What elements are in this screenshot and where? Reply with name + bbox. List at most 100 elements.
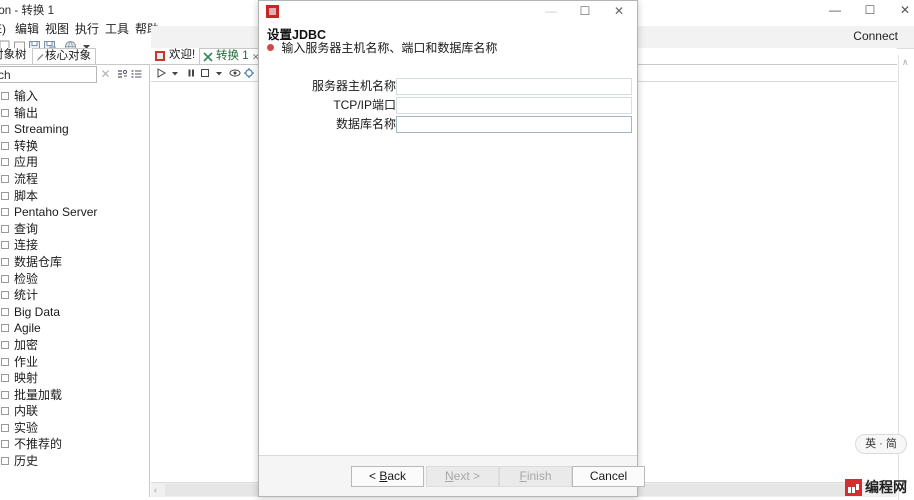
tree-item-label: 应用 — [14, 155, 39, 170]
tab-object-tree[interactable]: 对象树 — [0, 48, 27, 63]
tree-item[interactable]: Pentaho Server — [0, 204, 150, 221]
folder-node-icon — [1, 440, 9, 449]
ime-indicator[interactable]: 英 · 简 — [855, 434, 907, 454]
folder-node-icon — [1, 291, 9, 300]
tab-core-objects[interactable]: 核心对象 — [32, 48, 96, 64]
scroll-left-arrow-icon[interactable]: ‹ — [154, 485, 157, 495]
tree-item[interactable]: Streaming — [0, 121, 150, 138]
form-row-database: 数据库名称 — [259, 116, 637, 133]
tree-item-label: 转换 — [14, 138, 39, 153]
app-maximize-button[interactable]: ☐ — [855, 0, 885, 20]
tree-item-label: 脚本 — [14, 188, 39, 203]
folder-node-icon — [1, 457, 9, 466]
tree-item[interactable]: Agile — [0, 320, 150, 337]
collapse-all-icon[interactable] — [117, 69, 128, 80]
tab-core-objects-label: 核心对象 — [45, 50, 91, 62]
tree-item[interactable]: 应用 — [0, 154, 150, 171]
clear-search-icon[interactable]: ✕ — [99, 68, 112, 81]
jdbc-setup-dialog: — ☐ ✕ 设置JDBC 输入服务器主机名称、端口和数据库名称 服务器主机名称 … — [258, 0, 645, 497]
dialog-close-button[interactable]: ✕ — [603, 1, 635, 22]
run-options-chevron-icon[interactable] — [169, 67, 181, 79]
tree-item[interactable]: 作业 — [0, 354, 150, 371]
dialog-body: 服务器主机名称 TCP/IP端口 数据库名称 — [259, 56, 637, 456]
folder-node-icon — [1, 257, 9, 266]
core-objects-tree[interactable]: 输入 输出 Streaming 转换应用 流程 脚本 Pentaho Server 查询 连接数… — [0, 88, 150, 488]
menu-item-file[interactable]: E) — [0, 20, 6, 38]
input-database-name[interactable] — [396, 116, 632, 133]
tab-welcome[interactable]: 欢迎! — [153, 48, 200, 64]
dialog-subtitle: 输入服务器主机名称、端口和数据库名称 — [281, 41, 498, 55]
welcome-tab-icon — [155, 51, 165, 61]
menu-item-run[interactable]: 执行 — [75, 20, 99, 38]
tree-item[interactable]: 流程 — [0, 171, 150, 188]
folder-node-icon — [1, 423, 9, 432]
input-server-hostname[interactable] — [396, 78, 632, 95]
window-vertical-scrollbar[interactable]: ∧ ∨ — [898, 55, 914, 500]
main-application-window: oon - 转换 1 — ☐ ✕ E) 编辑 视图 执行 工具 帮助 — [0, 0, 914, 500]
next-button[interactable]: Next > — [426, 466, 499, 487]
tree-item[interactable]: 批量加载 — [0, 387, 150, 404]
app-close-button[interactable]: ✕ — [890, 0, 914, 20]
tree-item-label: 数据仓库 — [14, 254, 63, 269]
dialog-minimize-button[interactable]: — — [535, 1, 567, 22]
tree-item[interactable]: 映射 — [0, 370, 150, 387]
tree-item[interactable]: 输出 — [0, 105, 150, 122]
tree-item[interactable]: 统计 — [0, 287, 150, 304]
pause-icon[interactable] — [185, 67, 197, 79]
menu-item-edit[interactable]: 编辑 — [15, 20, 39, 38]
scroll-up-arrow-icon[interactable]: ∧ — [902, 57, 909, 68]
tree-item-label: 历史 — [14, 454, 39, 469]
folder-node-icon — [1, 340, 9, 349]
watermark-text: 编程网 — [865, 479, 907, 495]
tree-item[interactable]: 输入 — [0, 88, 150, 105]
tree-item[interactable]: 加密 — [0, 337, 150, 354]
list-view-icon[interactable] — [131, 69, 142, 80]
left-panel-tabstrip: 对象树 核心对象 — [0, 48, 150, 65]
folder-node-icon — [1, 407, 9, 416]
search-input[interactable] — [0, 66, 97, 83]
tree-item-label: 检验 — [14, 271, 39, 286]
app-minimize-button[interactable]: — — [820, 0, 850, 20]
form-row-hostname: 服务器主机名称 — [259, 78, 637, 95]
stop-options-chevron-icon[interactable] — [213, 67, 225, 79]
tree-item[interactable]: 脚本 — [0, 188, 150, 205]
tree-item-label: 实验 — [14, 420, 39, 435]
finish-button[interactable]: Finish — [499, 466, 572, 487]
back-button[interactable]: < Back — [351, 466, 424, 487]
run-icon[interactable] — [155, 67, 167, 79]
tree-item-label: 加密 — [14, 337, 39, 352]
tree-item-label: Agile — [14, 321, 41, 336]
stop-icon[interactable] — [199, 67, 211, 79]
cancel-button[interactable]: Cancel — [572, 466, 645, 487]
preview-eye-icon[interactable] — [229, 67, 241, 79]
debug-icon[interactable] — [243, 67, 255, 79]
tree-item[interactable]: 连接 — [0, 237, 150, 254]
menu-item-view[interactable]: 视图 — [45, 20, 69, 38]
menu-item-tools[interactable]: 工具 — [105, 20, 129, 38]
tree-item-label: 批量加载 — [14, 387, 63, 402]
tree-item[interactable]: 转换 — [0, 138, 150, 155]
tree-item[interactable]: 内联 — [0, 403, 150, 420]
tree-item[interactable]: 查询 — [0, 221, 150, 238]
folder-node-icon — [1, 390, 9, 399]
tree-item[interactable]: 实验 — [0, 420, 150, 437]
tab-transformation[interactable]: 转换 1 ✕ — [199, 48, 264, 64]
tree-item-label: 映射 — [14, 371, 39, 386]
tree-item[interactable]: Big Data — [0, 304, 150, 321]
tree-item-label: Pentaho Server — [14, 205, 98, 220]
tree-item-label: Big Data — [14, 304, 61, 319]
info-bullet-icon — [267, 44, 274, 52]
folder-node-icon — [1, 92, 9, 100]
tree-item[interactable]: 检验 — [0, 271, 150, 288]
tree-item[interactable]: 数据仓库 — [0, 254, 150, 271]
tree-item[interactable]: 不推荐的 — [0, 436, 150, 453]
tree-item-label: 不推荐的 — [14, 437, 63, 452]
input-tcpip-port[interactable] — [396, 97, 632, 114]
folder-node-icon — [1, 208, 9, 217]
label-database-name: 数据库名称 — [335, 117, 396, 131]
tree-item-label: 连接 — [14, 238, 39, 253]
connect-label[interactable]: Connect — [853, 29, 898, 43]
dialog-maximize-button[interactable]: ☐ — [569, 1, 601, 22]
tree-item[interactable]: 历史 — [0, 453, 150, 470]
folder-node-icon — [1, 108, 9, 117]
